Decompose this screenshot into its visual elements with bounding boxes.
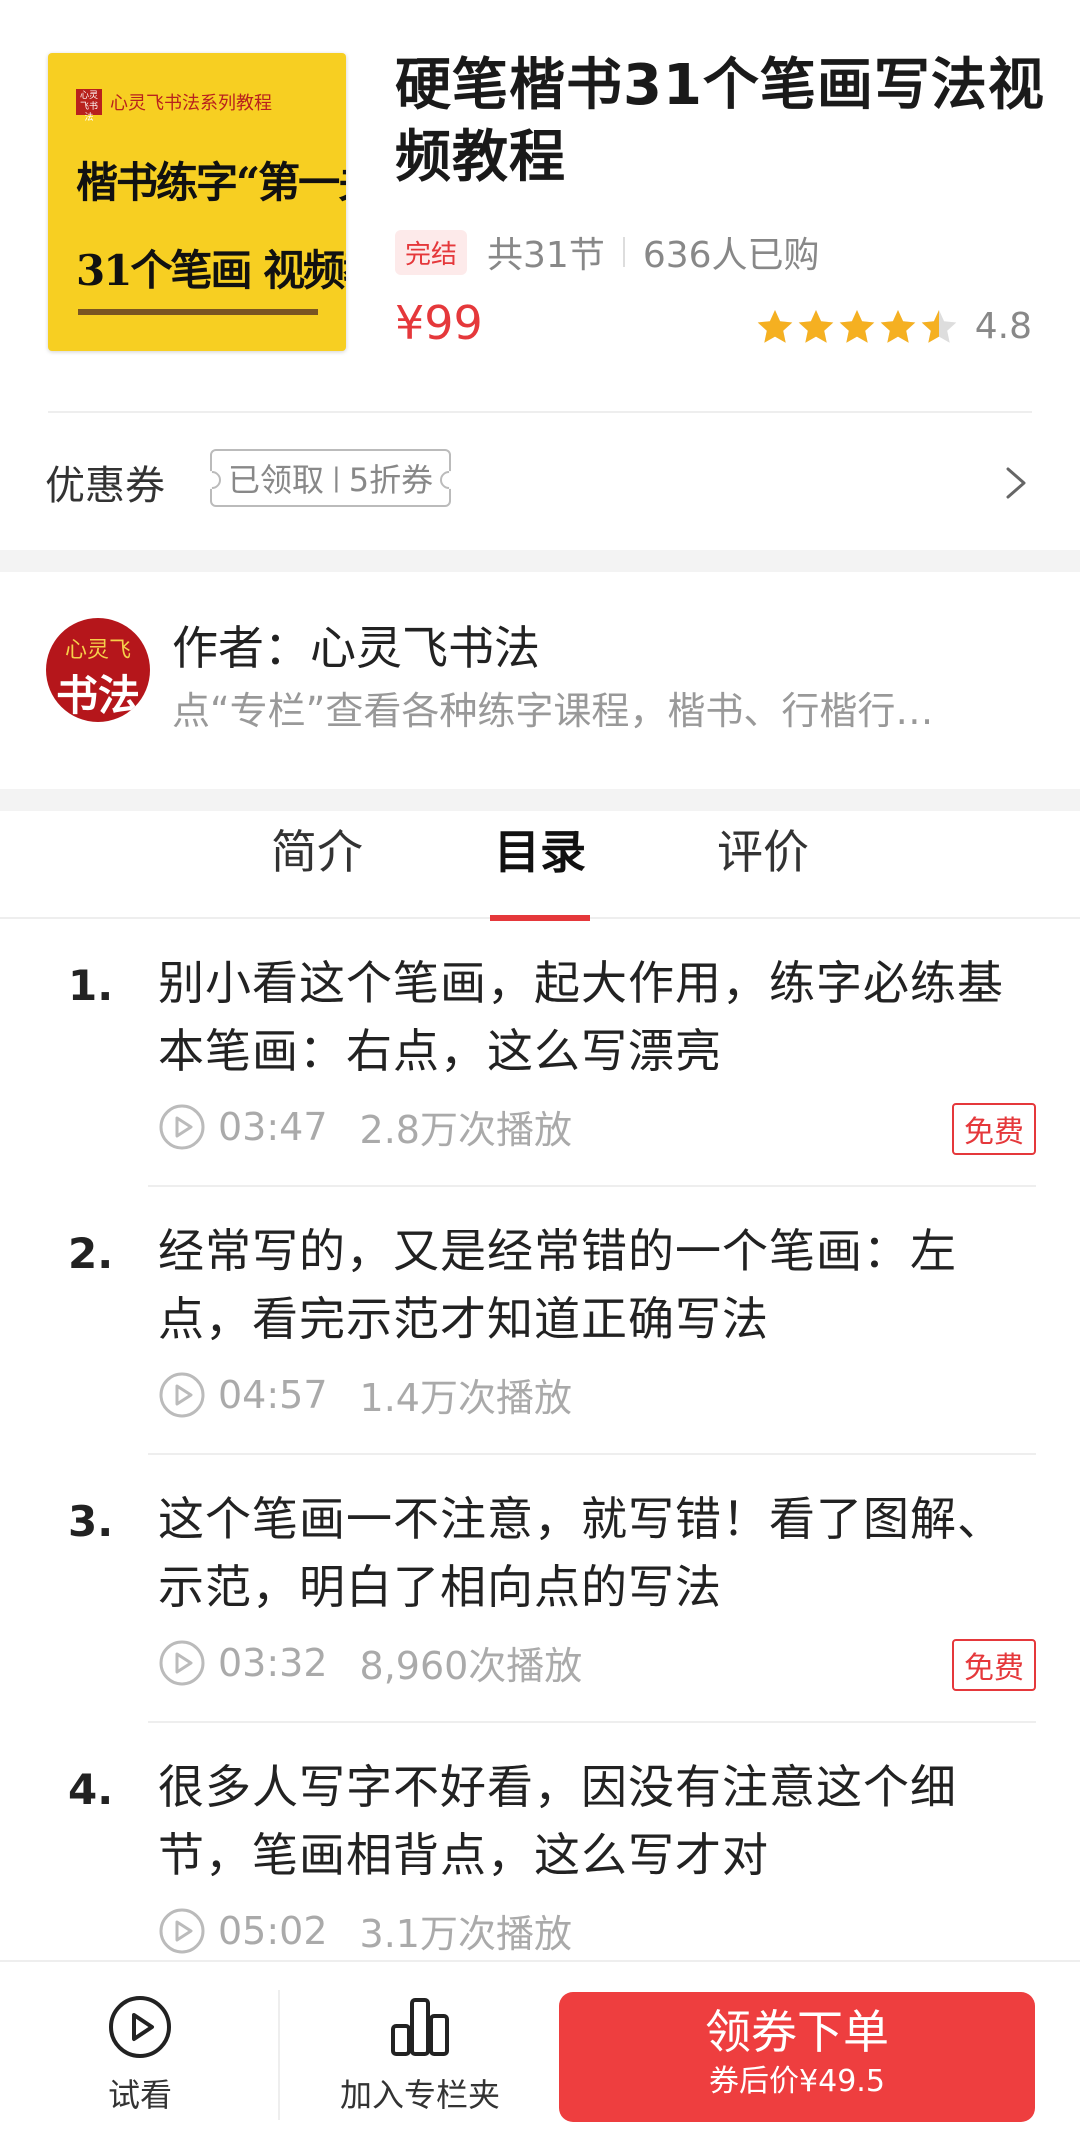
- course-title: 硬笔楷书31个笔画写法视频教程: [395, 53, 1045, 190]
- lesson-title: 经常写的，又是经常错的一个笔画：左点，看完示范才知道正确写法: [158, 1224, 957, 1346]
- course-price: ¥99: [395, 296, 483, 350]
- lesson-play-count: 2.8万次播放: [359, 1108, 572, 1152]
- coupon-claimed: 已领取: [228, 461, 325, 499]
- play-icon: [159, 1104, 205, 1149]
- lesson-title: 很多人写字不好看，因没有注意这个细节，笔画相背点，这么写才对: [158, 1760, 957, 1882]
- bottom-action-bar: 试看 加入专栏夹 领券下单 券后价¥49.5: [0, 1960, 1080, 2153]
- author-name: 作者：心灵飞书法: [172, 621, 540, 675]
- preview-label: 试看: [107, 2076, 172, 2114]
- lesson-item[interactable]: 3. 这个笔画一不注意，就写错！看了图解、示范，明白了相向点的写法 03:32 …: [0, 1455, 1080, 1723]
- coupon-ticket[interactable]: 已领取 | 5折券: [210, 449, 452, 507]
- bookshelf-icon: [391, 1998, 449, 2056]
- avatar-text-top: 心灵飞: [64, 638, 131, 663]
- tab-reviews-label: 评价: [717, 825, 809, 879]
- lesson-play-count: 8,960次播放: [359, 1644, 583, 1688]
- cover-underline: [78, 309, 318, 315]
- lesson-number: 1.: [68, 961, 114, 1010]
- star-icon: [880, 309, 916, 343]
- star-icon: [921, 309, 957, 343]
- lesson-duration: 03:47: [218, 1104, 328, 1149]
- cover-subheadline: 31个笔画 视频教程: [76, 246, 346, 295]
- lesson-duration: 04:57: [218, 1372, 328, 1417]
- lesson-meta: 05:02 3.1万次播放: [158, 1903, 572, 1958]
- star-icon: [798, 309, 834, 343]
- author-section[interactable]: 心灵飞 书法 作者：心灵飞书法 点“专栏”查看各种练字课程，楷书、行楷行…: [0, 572, 1080, 789]
- tab-reviews[interactable]: 评价: [708, 811, 818, 917]
- divider: [278, 1990, 280, 2120]
- add-to-column-button[interactable]: 加入专栏夹: [320, 1962, 520, 2152]
- lesson-meta: 03:47 2.8万次播放: [158, 1099, 572, 1154]
- lesson-duration: 03:32: [218, 1640, 328, 1685]
- section-gap: [0, 550, 1080, 572]
- free-badge: 免费: [952, 1639, 1036, 1691]
- tab-bar: 简介 目录 评价: [0, 811, 1080, 921]
- lesson-item[interactable]: 2. 经常写的，又是经常错的一个笔画：左点，看完示范才知道正确写法 04:57 …: [0, 1187, 1080, 1455]
- meta-divider: [622, 237, 625, 267]
- purchase-count: 636人已购: [642, 235, 820, 276]
- lesson-number: 4.: [68, 1765, 114, 1814]
- lesson-play-count: 1.4万次播放: [359, 1376, 572, 1420]
- tab-intro-label: 简介: [271, 825, 363, 879]
- lesson-meta: 03:32 8,960次播放: [158, 1635, 582, 1690]
- cover-headline: 楷书练字“第一关”: [76, 158, 346, 207]
- preview-button[interactable]: 试看: [60, 1962, 220, 2152]
- coupon-row[interactable]: 优惠券 已领取 | 5折券: [0, 413, 1080, 549]
- rating-stars: [756, 308, 961, 346]
- rating: 4.8: [756, 306, 1032, 347]
- lesson-duration: 05:02: [218, 1908, 328, 1953]
- coupon-separator: |: [332, 463, 341, 493]
- lesson-title: 这个笔画一不注意，就写错！看了图解、示范，明白了相向点的写法: [158, 1492, 1004, 1614]
- author-avatar[interactable]: 心灵飞 书法: [46, 618, 150, 722]
- lesson-item[interactable]: 4. 很多人写字不好看，因没有注意这个细节，笔画相背点，这么写才对 05:02 …: [0, 1723, 1080, 1960]
- tab-catalog-label: 目录: [494, 825, 586, 879]
- cover-brand-logo: 心灵飞书法: [76, 89, 102, 123]
- order-price-after-coupon: 券后价¥49.5: [709, 2064, 885, 2099]
- add-to-column-label: 加入专栏夹: [339, 2076, 500, 2114]
- tab-intro[interactable]: 简介: [262, 811, 372, 917]
- status-badge: 完结: [395, 229, 468, 275]
- section-gap: [0, 789, 1080, 811]
- lesson-count: 共31节: [487, 235, 605, 276]
- star-icon: [757, 309, 793, 343]
- lesson-title: 别小看这个笔画，起大作用，练字必练基本笔画：右点，这么写漂亮: [158, 956, 1004, 1078]
- play-icon: [159, 1372, 205, 1417]
- free-badge: 免费: [952, 1103, 1036, 1155]
- tab-catalog[interactable]: 目录: [490, 811, 590, 921]
- coupon-discount: 5折券: [348, 461, 434, 499]
- course-cover-image[interactable]: 心灵飞书法 心灵飞书法系列教程 楷书练字“第一关” 31个笔画 视频教程: [48, 53, 346, 351]
- course-meta: 完结 共31节 636人已购: [395, 226, 820, 278]
- order-with-coupon-button[interactable]: 领券下单 券后价¥49.5: [559, 1992, 1035, 2122]
- play-circle-icon: [109, 1996, 171, 2058]
- play-icon: [159, 1908, 205, 1953]
- coupon-label: 优惠券: [45, 463, 165, 509]
- lesson-number: 2.: [68, 1229, 114, 1278]
- chevron-right-icon[interactable]: [1000, 463, 1032, 503]
- course-header: 心灵飞书法 心灵飞书法系列教程 楷书练字“第一关” 31个笔画 视频教程 硬笔楷…: [0, 0, 1080, 550]
- lesson-play-count: 3.1万次播放: [359, 1912, 572, 1956]
- play-icon: [159, 1640, 205, 1685]
- star-icon: [839, 309, 875, 343]
- order-button-label: 领券下单: [705, 2005, 889, 2059]
- cover-brand-text: 心灵飞书法系列教程: [110, 93, 272, 114]
- author-description: 点“专栏”查看各种练字课程，楷书、行楷行…: [172, 689, 934, 733]
- lesson-meta: 04:57 1.4万次播放: [158, 1367, 572, 1422]
- cover-brand: 心灵飞书法 心灵飞书法系列教程: [76, 89, 272, 123]
- rating-value: 4.8: [974, 306, 1032, 347]
- lesson-number: 3.: [68, 1497, 114, 1546]
- lesson-item[interactable]: 1. 别小看这个笔画，起大作用，练字必练基本笔画：右点，这么写漂亮 03:47 …: [0, 919, 1080, 1187]
- avatar-text-bottom: 书法: [55, 671, 140, 720]
